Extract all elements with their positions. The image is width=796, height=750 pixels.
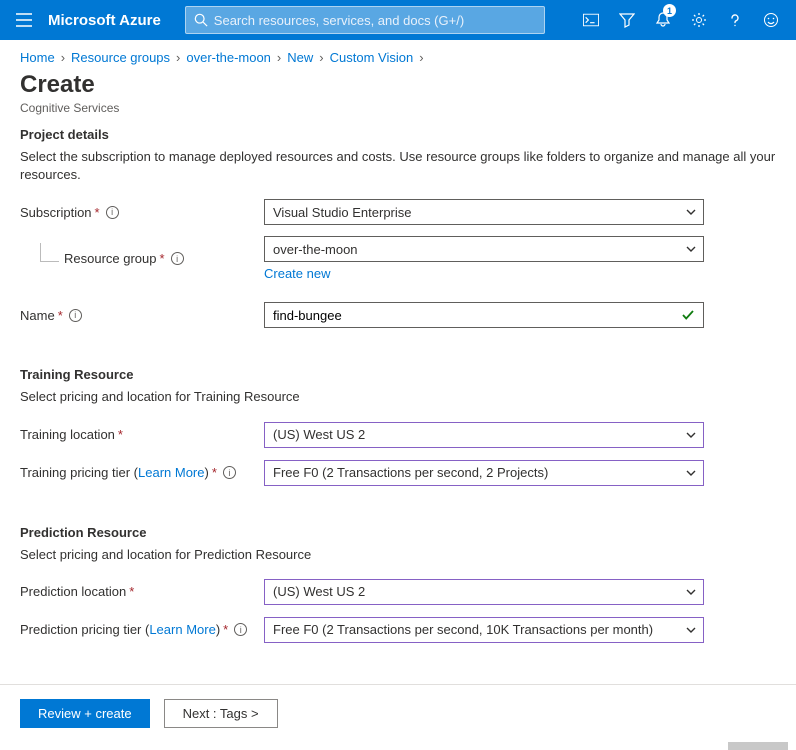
name-input[interactable] — [273, 308, 675, 323]
checkmark-icon — [681, 308, 695, 322]
prediction-tier-select[interactable]: Free F0 (2 Transactions per second, 10K … — [264, 617, 704, 643]
chevron-right-icon: › — [317, 50, 325, 65]
chevron-down-icon — [685, 467, 697, 479]
chevron-down-icon — [685, 624, 697, 636]
chevron-down-icon — [685, 586, 697, 598]
required-mark: * — [160, 251, 165, 266]
scrollbar-thumb[interactable] — [728, 742, 788, 750]
menu-icon[interactable] — [8, 4, 40, 36]
resource-group-label: Resource group* i — [20, 251, 264, 266]
footer-bar: Review + create Next : Tags > — [0, 684, 796, 742]
required-mark: * — [95, 205, 100, 220]
required-mark: * — [129, 584, 134, 599]
brand-label: Microsoft Azure — [48, 12, 161, 29]
field-prediction-location: Prediction location* (US) West US 2 — [20, 578, 776, 606]
form-content: Project details Select the subscription … — [0, 115, 796, 734]
chevron-right-icon: › — [59, 50, 67, 65]
chevron-right-icon: › — [275, 50, 283, 65]
prediction-location-label: Prediction location* — [20, 584, 264, 599]
chevron-down-icon — [685, 243, 697, 255]
page-title: Create — [20, 71, 776, 99]
learn-more-link[interactable]: Learn More — [138, 465, 204, 480]
notification-badge: 1 — [663, 4, 676, 17]
field-prediction-tier: Prediction pricing tier (Learn More)* i … — [20, 616, 776, 644]
subscription-label: Subscription* i — [20, 205, 264, 220]
section-project-details: Project details — [20, 127, 776, 142]
help-icon[interactable] — [718, 0, 752, 40]
page-header: Create Cognitive Services — [0, 69, 796, 115]
search-input[interactable] — [214, 13, 536, 28]
prediction-tier-label: Prediction pricing tier (Learn More)* i — [20, 622, 264, 637]
cloud-shell-icon[interactable] — [574, 0, 608, 40]
search-box[interactable] — [185, 6, 545, 34]
create-new-link[interactable]: Create new — [264, 266, 330, 281]
section-training: Training Resource — [20, 367, 776, 382]
field-training-location: Training location* (US) West US 2 — [20, 421, 776, 449]
section-desc: Select pricing and location for Training… — [20, 388, 776, 406]
required-mark: * — [58, 308, 63, 323]
chevron-down-icon — [685, 206, 697, 218]
breadcrumb-item[interactable]: Resource groups — [71, 50, 170, 65]
breadcrumb: Home › Resource groups › over-the-moon › Ne… — [0, 40, 796, 69]
field-name: Name* i — [20, 301, 776, 329]
training-location-label: Training location* — [20, 427, 264, 442]
section-prediction: Prediction Resource — [20, 525, 776, 540]
name-label: Name* i — [20, 308, 264, 323]
training-tier-select[interactable]: Free F0 (2 Transactions per second, 2 Pr… — [264, 460, 704, 486]
training-tier-label: Training pricing tier (Learn More)* i — [20, 465, 264, 480]
review-create-button[interactable]: Review + create — [20, 699, 150, 728]
field-resource-group: Resource group* i over-the-moon Create n… — [20, 236, 776, 281]
next-tags-button[interactable]: Next : Tags > — [164, 699, 278, 728]
field-subscription: Subscription* i Visual Studio Enterprise — [20, 198, 776, 226]
required-mark: * — [212, 465, 217, 480]
resource-group-select[interactable]: over-the-moon — [264, 236, 704, 262]
gear-icon[interactable] — [682, 0, 716, 40]
info-icon[interactable]: i — [171, 252, 184, 265]
topbar: Microsoft Azure 1 — [0, 0, 796, 40]
breadcrumb-item[interactable]: New — [287, 50, 313, 65]
required-mark: * — [118, 427, 123, 442]
chevron-down-icon — [685, 429, 697, 441]
breadcrumb-item[interactable]: Home — [20, 50, 55, 65]
name-input-wrap — [264, 302, 704, 328]
search-icon — [194, 13, 208, 27]
learn-more-link[interactable]: Learn More — [149, 622, 215, 637]
subscription-select[interactable]: Visual Studio Enterprise — [264, 199, 704, 225]
chevron-right-icon: › — [174, 50, 182, 65]
prediction-location-select[interactable]: (US) West US 2 — [264, 579, 704, 605]
info-icon[interactable]: i — [106, 206, 119, 219]
info-icon[interactable]: i — [223, 466, 236, 479]
section-desc: Select the subscription to manage deploy… — [20, 148, 776, 184]
chevron-right-icon: › — [417, 50, 425, 65]
breadcrumb-item[interactable]: Custom Vision — [330, 50, 414, 65]
training-location-select[interactable]: (US) West US 2 — [264, 422, 704, 448]
notifications-icon[interactable]: 1 — [646, 0, 680, 40]
filter-icon[interactable] — [610, 0, 644, 40]
page-subtitle: Cognitive Services — [20, 101, 776, 115]
field-training-tier: Training pricing tier (Learn More)* i Fr… — [20, 459, 776, 487]
feedback-icon[interactable] — [754, 0, 788, 40]
topbar-icons: 1 — [574, 0, 788, 40]
required-mark: * — [223, 622, 228, 637]
info-icon[interactable]: i — [69, 309, 82, 322]
breadcrumb-item[interactable]: over-the-moon — [186, 50, 271, 65]
info-icon[interactable]: i — [234, 623, 247, 636]
section-desc: Select pricing and location for Predicti… — [20, 546, 776, 564]
